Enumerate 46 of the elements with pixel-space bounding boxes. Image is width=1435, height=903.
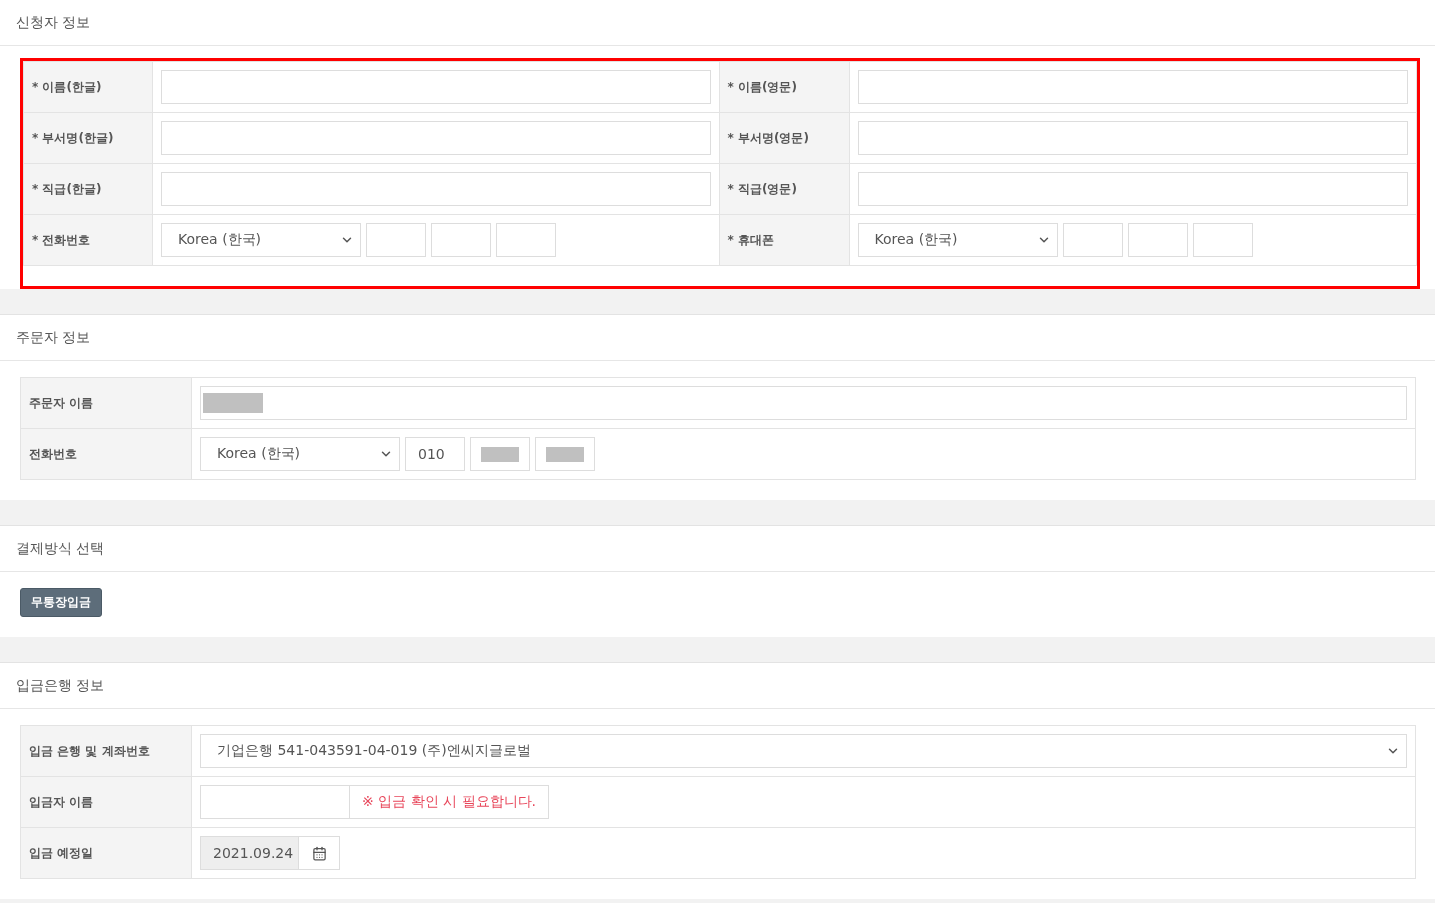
- calendar-icon: [311, 845, 327, 861]
- field-label: * 전화번호: [24, 215, 153, 265]
- text-input[interactable]: [161, 70, 711, 104]
- field-label: 전화번호: [21, 429, 192, 479]
- field-label: * 부서명(한글): [24, 113, 153, 163]
- country-select[interactable]: Korea (한국): [200, 437, 400, 471]
- text-input[interactable]: [161, 172, 711, 206]
- required-note: ※ 입금 확인 시 필요합니다.: [350, 785, 549, 819]
- phone-input[interactable]: [1062, 223, 1123, 257]
- phone-input[interactable]: [366, 223, 426, 257]
- redacted-block: [203, 393, 263, 413]
- field-label: * 이름(한글): [24, 62, 153, 112]
- field-label: 입금 은행 및 계좌번호: [21, 726, 192, 776]
- text-input[interactable]: [857, 121, 1408, 155]
- text-input[interactable]: [200, 386, 1407, 420]
- field-label: 입금 예정일: [21, 828, 192, 878]
- country-select[interactable]: Korea (한국): [161, 223, 361, 257]
- text-input[interactable]: [857, 70, 1408, 104]
- field-label: * 직급(한글): [24, 164, 153, 214]
- section-title: 신청자 정보: [16, 13, 91, 32]
- phone-input[interactable]: [431, 223, 491, 257]
- field-label: * 휴대폰: [719, 215, 850, 265]
- field-label: * 이름(영문): [719, 62, 850, 112]
- text-input[interactable]: [857, 172, 1408, 206]
- phone-input[interactable]: [535, 437, 595, 471]
- payment-method-button[interactable]: 무통장입금: [20, 588, 102, 617]
- phone-input[interactable]: [470, 437, 530, 471]
- phone-input[interactable]: [1127, 223, 1188, 257]
- phone-input[interactable]: [1192, 223, 1253, 257]
- section-title: 입금은행 정보: [16, 676, 105, 695]
- field-label: * 직급(영문): [719, 164, 850, 214]
- depositor-input[interactable]: [200, 785, 350, 819]
- redacted-block: [481, 446, 519, 462]
- calendar-button[interactable]: [299, 836, 340, 870]
- bank-select[interactable]: 기업은행 541-043591-04-019 (주)엔씨지글로벌: [200, 734, 1407, 768]
- phone-input[interactable]: 010: [405, 437, 465, 471]
- field-label: 주문자 이름: [21, 378, 192, 428]
- phone-input[interactable]: [496, 223, 556, 257]
- section-title: 주문자 정보: [16, 328, 91, 347]
- text-input[interactable]: [161, 121, 711, 155]
- country-select[interactable]: Korea (한국): [857, 223, 1058, 257]
- field-label: 입금자 이름: [21, 777, 192, 827]
- redacted-block: [546, 446, 584, 462]
- date-field[interactable]: 2021.09.24: [200, 836, 299, 870]
- field-label: * 부서명(영문): [719, 113, 850, 163]
- section-title: 결제방식 선택: [16, 539, 105, 558]
